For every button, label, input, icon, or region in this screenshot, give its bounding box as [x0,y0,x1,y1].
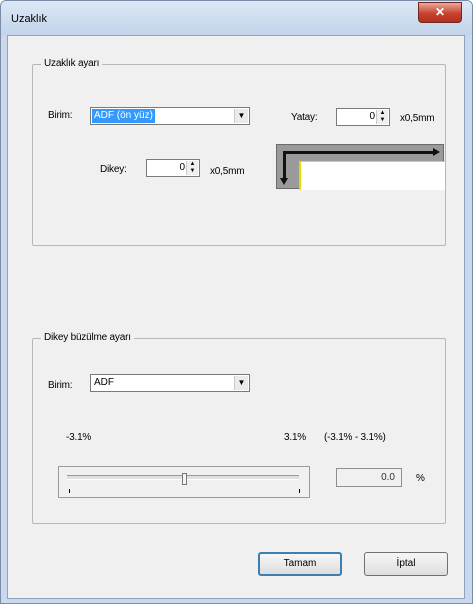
spinner-arrows-icon[interactable]: ▲ ▼ [186,161,198,175]
vertical-arrow-icon [283,151,286,181]
horizontal-unit: x0,5mm [400,113,435,124]
vertical-label: Dikey: [100,164,127,175]
cancel-button[interactable]: İptal [364,552,448,576]
shrink-range-label: (-3.1% - 3.1%) [324,432,386,443]
shrink-max-label: 3.1% [284,432,306,443]
distance-unit-label: Birim: [48,110,73,121]
window-title: Uzaklık [11,13,48,25]
shrink-unit-label: Birim: [48,380,73,391]
horizontal-arrow-icon [283,151,437,154]
chevron-down-icon: ▼ [234,376,248,390]
shrink-group-title: Dikey büzülme ayarı [41,332,134,343]
dialog-client-area: Uzaklık ayarı Birim: ADF (ön yüz) ▼ Yata… [7,35,465,599]
title-bar[interactable]: Uzaklık ✕ [1,1,472,35]
slider-tick-max [299,489,300,493]
shrink-unit-dropdown[interactable]: ADF ▼ [90,374,250,392]
horizontal-label: Yatay: [291,112,318,123]
chevron-down-icon: ▼ [234,109,248,123]
dialog-window: Uzaklık ✕ Uzaklık ayarı Birim: ADF (ön y… [0,0,473,604]
preview-page [299,161,445,190]
distance-group-title: Uzaklık ayarı [41,58,103,69]
arrow-head-right-icon [433,148,440,156]
shrink-unit-value: ADF [94,377,114,388]
close-icon: ✕ [434,5,446,19]
shrink-slider[interactable] [58,466,310,498]
spinner-arrows-icon[interactable]: ▲ ▼ [376,110,388,124]
shrink-value-field[interactable]: 0.0 [336,468,402,487]
offset-preview [276,144,445,190]
close-button[interactable]: ✕ [418,2,462,23]
vertical-unit: x0,5mm [210,166,245,177]
distance-unit-dropdown[interactable]: ADF (ön yüz) ▼ [90,107,250,125]
slider-tick-min [69,489,70,493]
distance-unit-value: ADF (ön yüz) [92,109,155,123]
percent-unit: % [416,473,425,484]
shrink-min-label: -3.1% [66,432,92,443]
slider-thumb[interactable] [182,473,187,485]
vertical-spinner[interactable]: 0 ▲ ▼ [146,159,200,177]
horizontal-value: 0 [369,111,375,122]
ok-button[interactable]: Tamam [258,552,342,576]
shrink-value: 0.0 [381,472,395,483]
vertical-value: 0 [179,162,185,173]
horizontal-spinner[interactable]: 0 ▲ ▼ [336,108,390,126]
arrow-head-down-icon [280,178,288,185]
